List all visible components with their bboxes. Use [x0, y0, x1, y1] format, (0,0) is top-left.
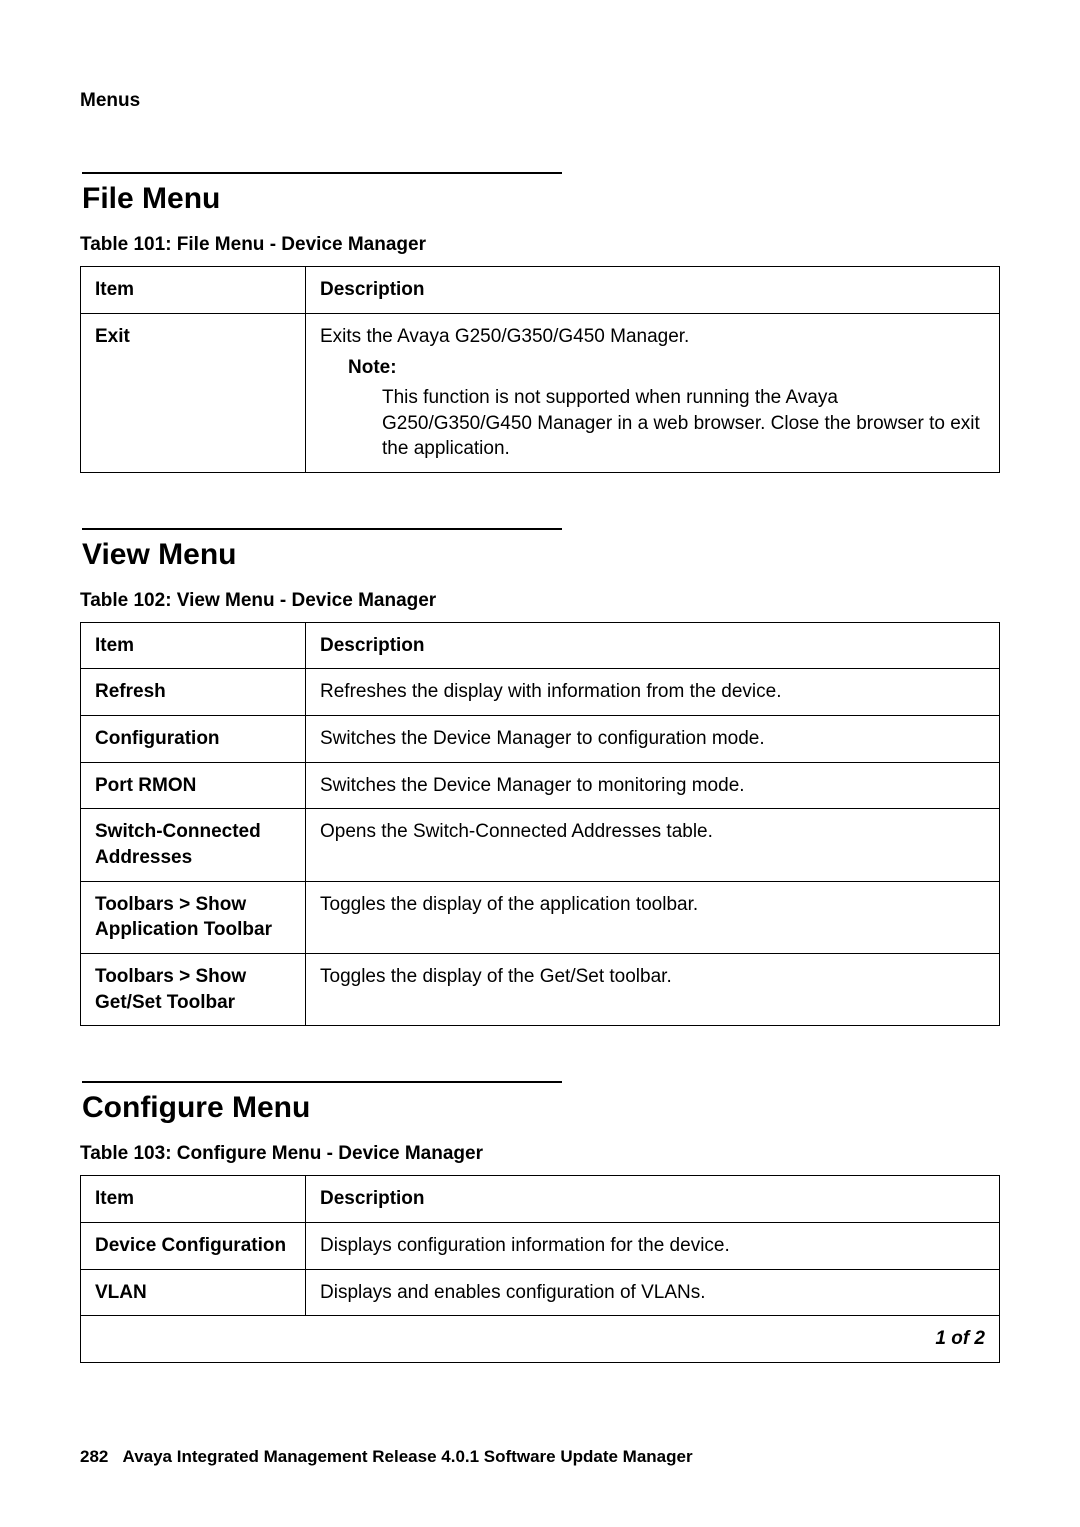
- item-label: VLAN: [95, 1282, 147, 1303]
- cell-description: Switches the Device Manager to configura…: [306, 716, 1000, 763]
- configure-menu-section: Configure Menu Table 103: Configure Menu…: [80, 1081, 1000, 1363]
- view-menu-table: Item Description Refresh Refreshes the d…: [80, 622, 1000, 1026]
- col-header-item: Item: [81, 622, 306, 669]
- note-block: Note: This function is not supported whe…: [320, 349, 985, 462]
- table-row: Exit Exits the Avaya G250/G350/G450 Mana…: [81, 313, 1000, 472]
- note-text: This function is not supported when runn…: [348, 381, 985, 462]
- table-header-row: Item Description: [81, 622, 1000, 669]
- col-header-item: Item: [81, 1176, 306, 1223]
- cell-description: Refreshes the display with information f…: [306, 669, 1000, 716]
- table-row: Toolbars > Show Application Toolbar Togg…: [81, 881, 1000, 953]
- file-menu-section: File Menu Table 101: File Menu - Device …: [80, 172, 1000, 473]
- table-row: Toolbars > Show Get/Set Toolbar Toggles …: [81, 953, 1000, 1025]
- col-header-item: Item: [81, 267, 306, 314]
- table-row: VLAN Displays and enables configuration …: [81, 1269, 1000, 1316]
- item-label: Configuration: [95, 728, 220, 749]
- cell-item: Exit: [81, 313, 306, 472]
- item-label: Port RMON: [95, 775, 196, 796]
- cell-item: Toolbars > Show Get/Set Toolbar: [81, 953, 306, 1025]
- cell-description: Displays configuration information for t…: [306, 1222, 1000, 1269]
- cell-item: VLAN: [81, 1269, 306, 1316]
- view-menu-section: View Menu Table 102: View Menu - Device …: [80, 528, 1000, 1026]
- item-label: Toolbars > Show Application Toolbar: [95, 894, 272, 941]
- file-menu-heading: File Menu: [82, 182, 1000, 216]
- item-label: Toolbars > Show Get/Set Toolbar: [95, 966, 246, 1013]
- table-caption: Table 103: Configure Menu - Device Manag…: [80, 1143, 1000, 1165]
- cell-description: Toggles the display of the application t…: [306, 881, 1000, 953]
- page-footer: 282 Avaya Integrated Management Release …: [80, 1447, 693, 1467]
- col-header-description: Description: [306, 622, 1000, 669]
- cell-item: Device Configuration: [81, 1222, 306, 1269]
- table-header-row: Item Description: [81, 267, 1000, 314]
- page-header: Menus: [80, 90, 1000, 112]
- item-label: Switch-Connected Addresses: [95, 821, 261, 868]
- page-number: 282: [80, 1447, 108, 1466]
- description-text: Exits the Avaya G250/G350/G450 Manager.: [320, 326, 689, 347]
- configure-menu-table: Item Description Device Configuration Di…: [80, 1175, 1000, 1363]
- cell-description: Toggles the display of the Get/Set toolb…: [306, 953, 1000, 1025]
- view-menu-heading: View Menu: [82, 538, 1000, 572]
- pagination-text: 1 of 2: [81, 1316, 1000, 1363]
- cell-item: Switch-Connected Addresses: [81, 809, 306, 881]
- section-rule: [82, 172, 562, 174]
- section-rule: [82, 528, 562, 530]
- table-caption: Table 102: View Menu - Device Manager: [80, 590, 1000, 612]
- table-row: Switch-Connected Addresses Opens the Swi…: [81, 809, 1000, 881]
- cell-description: Switches the Device Manager to monitorin…: [306, 762, 1000, 809]
- table-row: Configuration Switches the Device Manage…: [81, 716, 1000, 763]
- cell-item: Refresh: [81, 669, 306, 716]
- cell-description: Opens the Switch-Connected Addresses tab…: [306, 809, 1000, 881]
- item-label: Refresh: [95, 681, 166, 702]
- cell-item: Configuration: [81, 716, 306, 763]
- cell-item: Port RMON: [81, 762, 306, 809]
- col-header-description: Description: [306, 267, 1000, 314]
- table-row: Refresh Refreshes the display with infor…: [81, 669, 1000, 716]
- cell-item: Toolbars > Show Application Toolbar: [81, 881, 306, 953]
- table-row: Port RMON Switches the Device Manager to…: [81, 762, 1000, 809]
- pagination-row: 1 of 2: [81, 1316, 1000, 1363]
- item-label: Exit: [95, 326, 130, 347]
- cell-description: Exits the Avaya G250/G350/G450 Manager. …: [306, 313, 1000, 472]
- footer-title: Avaya Integrated Management Release 4.0.…: [123, 1447, 693, 1466]
- table-caption: Table 101: File Menu - Device Manager: [80, 234, 1000, 256]
- cell-description: Displays and enables configuration of VL…: [306, 1269, 1000, 1316]
- file-menu-table: Item Description Exit Exits the Avaya G2…: [80, 266, 1000, 473]
- configure-menu-heading: Configure Menu: [82, 1091, 1000, 1125]
- section-rule: [82, 1081, 562, 1083]
- note-label: Note:: [348, 357, 397, 378]
- item-label: Device Configuration: [95, 1235, 286, 1256]
- table-row: Device Configuration Displays configurat…: [81, 1222, 1000, 1269]
- col-header-description: Description: [306, 1176, 1000, 1223]
- table-header-row: Item Description: [81, 1176, 1000, 1223]
